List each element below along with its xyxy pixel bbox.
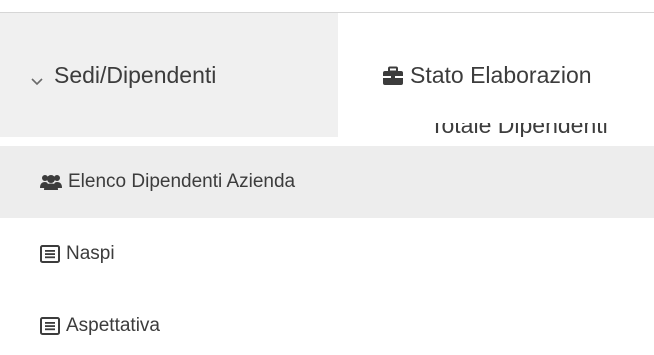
tab-sedi-dipendenti[interactable]: Sedi/Dipendenti xyxy=(0,13,338,137)
menu-item-elenco-dipendenti[interactable]: Elenco Dipendenti Azienda xyxy=(0,146,654,218)
menu-item-label: Aspettativa xyxy=(66,315,160,336)
tab-label: Sedi/Dipendenti xyxy=(54,61,217,88)
menu-item-aspettativa[interactable]: Aspettativa xyxy=(0,290,654,355)
briefcase-icon xyxy=(382,65,404,85)
list-alt-icon xyxy=(40,317,60,335)
list-alt-icon xyxy=(40,245,60,263)
menu-item-naspi[interactable]: Naspi xyxy=(0,218,654,290)
users-icon xyxy=(40,173,62,191)
menu-item-label: Elenco Dipendenti Azienda xyxy=(68,171,296,192)
tab-bar: Sedi/Dipendenti Stato Elaborazion xyxy=(0,13,654,137)
obscured-heading: Totale Dipendenti xyxy=(430,123,608,137)
dropdown-menu: Elenco Dipendenti Azienda Naspi Aspettat… xyxy=(0,137,654,355)
tab-stato-elaborazione[interactable]: Stato Elaborazion xyxy=(338,13,654,137)
menu-item-label: Naspi xyxy=(66,243,115,264)
tab-label: Stato Elaborazion xyxy=(410,61,592,88)
chevron-down-icon xyxy=(30,68,44,86)
app-window: Sedi/Dipendenti Stato Elaborazion Totale… xyxy=(0,0,654,355)
